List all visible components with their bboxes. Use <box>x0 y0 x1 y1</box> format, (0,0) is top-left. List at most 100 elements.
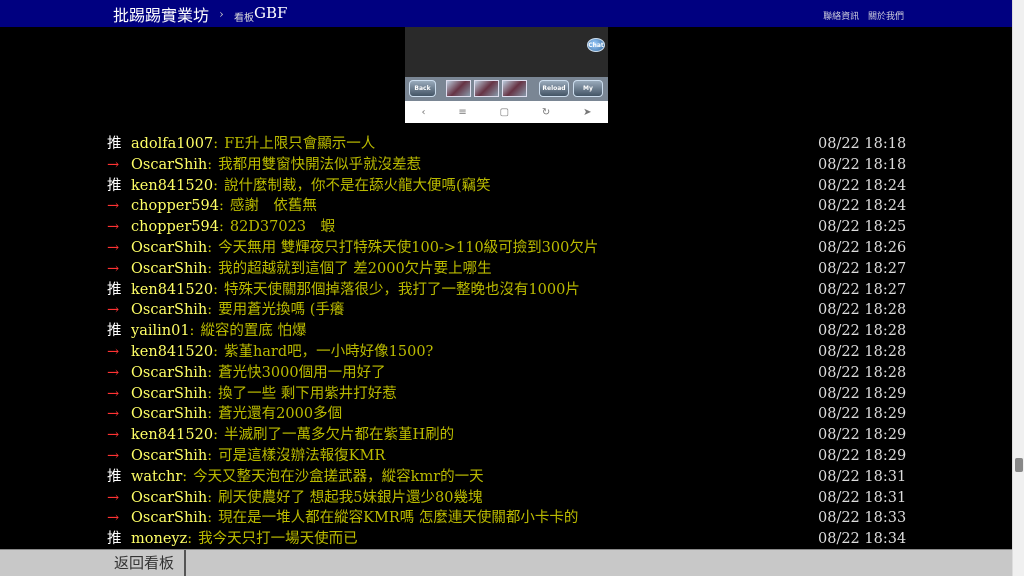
push-colon: : <box>213 136 219 152</box>
push-list: 推 adolfa1007: FE升上限只會顯示一人 08/22 18:18 → Oscar… <box>0 134 1012 550</box>
push-colon: : <box>207 156 213 173</box>
push-row: → OscarShih: 換了一些 剩下用紫井打好惹 08/22 18:29 <box>0 384 1012 405</box>
push-userid: OscarShih <box>131 260 208 277</box>
tabs-icon: ▢ <box>499 106 510 118</box>
push-tag: → <box>107 343 120 360</box>
push-userid: chopper594 <box>131 219 219 236</box>
push-userid: watchr <box>131 468 183 485</box>
push-userid: OscarShih <box>131 406 208 423</box>
push-row: → OscarShih: 我的超越就到這個了 差2000欠片要上哪生 08/22 18… <box>0 259 1012 280</box>
push-row: → ken841520: 紫堇hard吧，一小時好像1500? 08/22 18:28 <box>0 342 1012 363</box>
site-brand-link[interactable]: 批踢踢實業坊 <box>113 2 209 26</box>
push-tag: 推 <box>107 531 122 548</box>
refresh-icon: ↻ <box>541 106 551 118</box>
push-timestamp: 08/22 18:18 <box>818 136 907 152</box>
push-body: OscarShih: 刷天使農好了 想起我5妹銀片還少80幾塊 <box>131 488 482 509</box>
push-userid: ken841520 <box>131 177 214 194</box>
push-row: → OscarShih: 可是這樣沒辦法報復KMR 08/22 18:29 <box>0 446 1012 467</box>
push-content: 縱容的置底 怕爆 <box>200 323 307 340</box>
scrollbar[interactable] <box>1012 0 1024 576</box>
push-body: chopper594: 感謝 依舊無 <box>131 196 317 217</box>
push-row: → OscarShih: 刷天使農好了 想起我5妹銀片還少80幾塊 08/22 18:… <box>0 488 1012 509</box>
push-tag: → <box>107 260 120 277</box>
push-userid: ken841520 <box>131 281 214 298</box>
game-thumbnail-3 <box>502 80 527 97</box>
push-tag: → <box>107 489 120 506</box>
push-content: 可是這樣沒辦法報復KMR <box>218 447 386 464</box>
push-tag: → <box>107 219 120 236</box>
back-to-board-button[interactable]: 返回看板 <box>0 550 186 576</box>
push-content: 蒼光快3000個用一用好了 <box>218 364 386 381</box>
push-colon: : <box>187 531 193 548</box>
scrollbar-thumb[interactable] <box>1015 458 1023 472</box>
game-thumbnail-1 <box>446 80 471 97</box>
push-timestamp: 08/22 18:24 <box>818 198 907 215</box>
menu-icon: ≡ <box>458 106 467 118</box>
push-colon: : <box>213 427 218 444</box>
push-timestamp: 08/22 18:28 <box>818 343 907 360</box>
push-userid: chopper594 <box>131 198 219 215</box>
push-content: 說什麼制裁，你不是在舔火龍大便嗎(竊笑 <box>223 177 491 194</box>
embedded-image[interactable]: Chat Back Reload My Page ‹ ≡ ▢ ↻ ➤ <box>405 27 608 123</box>
push-userid: OscarShih <box>131 447 208 464</box>
push-body: OscarShih: 可是這樣沒辦法報復KMR <box>131 446 385 467</box>
contact-link[interactable]: 聯絡資訊 <box>823 12 859 22</box>
header-links: 聯絡資訊 關於我們 <box>817 9 904 22</box>
push-content: 半滅刷了一萬多欠片都在紫堇H刷的 <box>223 427 455 444</box>
push-userid: OscarShih <box>131 239 208 256</box>
push-timestamp: 08/22 18:29 <box>818 447 907 464</box>
push-timestamp: 08/22 18:27 <box>818 281 907 298</box>
push-colon: : <box>213 281 218 298</box>
game-mypage-button: My Page <box>573 80 603 108</box>
push-colon: : <box>207 239 213 256</box>
push-timestamp: 08/22 18:25 <box>818 219 907 236</box>
push-colon: : <box>218 198 224 215</box>
push-userid: yailin01 <box>131 323 190 340</box>
embedded-image-dark-area <box>405 27 608 77</box>
push-tag: 推 <box>107 136 122 152</box>
push-colon: : <box>182 468 188 485</box>
push-body: ken841520: 半滅刷了一萬多欠片都在紫堇H刷的 <box>131 425 454 446</box>
push-userid: OscarShih <box>131 489 208 506</box>
push-content: 我的超越就到這個了 差2000欠片要上哪生 <box>218 260 492 277</box>
push-colon: : <box>207 489 213 506</box>
push-body: OscarShih: 蒼光還有2000多個 <box>131 404 342 425</box>
push-colon: : <box>207 447 213 464</box>
push-colon: : <box>207 302 213 319</box>
push-tag: → <box>107 406 120 423</box>
push-tag: → <box>107 427 120 444</box>
push-timestamp: 08/22 18:31 <box>818 489 907 506</box>
push-content: FE升上限只會顯示一人 <box>224 136 376 152</box>
board-label: 看板 <box>234 13 254 24</box>
push-content: 我今天只打一場天使而已 <box>198 531 358 548</box>
push-tag: → <box>107 239 120 256</box>
push-colon: : <box>207 385 213 402</box>
push-body: chopper594: 82D37023 蝦 <box>131 217 335 238</box>
game-toolbar: Back Reload My Page <box>405 77 608 108</box>
push-body: OscarShih: 我都用雙窗快開法似乎就沒差惹 <box>131 155 421 176</box>
push-timestamp: 08/22 18:24 <box>818 177 907 194</box>
push-colon: : <box>207 364 213 381</box>
push-body: OscarShih: 現在是一堆人都在縱容KMR嗎 怎麼連天使關都小卡卡的 <box>131 508 578 529</box>
push-tag: 推 <box>107 468 122 485</box>
push-timestamp: 08/22 18:31 <box>818 468 907 485</box>
about-link[interactable]: 關於我們 <box>868 12 904 22</box>
push-body: OscarShih: 換了一些 剩下用紫井打好惹 <box>131 384 397 405</box>
push-body: OscarShih: 要用蒼光換嗎 (手癢 <box>131 300 344 321</box>
push-userid: ken841520 <box>131 427 214 444</box>
push-timestamp: 08/22 18:29 <box>818 385 907 402</box>
push-row: → chopper594: 82D37023 蝦 08/22 18:25 <box>0 217 1012 238</box>
push-colon: : <box>213 177 218 194</box>
breadcrumb-separator: › <box>219 7 224 21</box>
push-content: 刷天使農好了 想起我5妹銀片還少80幾塊 <box>218 489 483 506</box>
push-content: 感謝 依舊無 <box>229 198 317 215</box>
push-body: moneyz: 我今天只打一場天使而已 <box>131 529 358 550</box>
push-body: OscarShih: 蒼光快3000個用一用好了 <box>131 363 386 384</box>
push-body: OscarShih: 今天無用 雙輝夜只打特殊天使100->110級可撿到300欠… <box>131 238 598 259</box>
push-content: 紫堇hard吧，一小時好像1500? <box>223 343 434 360</box>
push-row: 推 yailin01: 縱容的置底 怕爆 08/22 18:28 <box>0 321 1012 342</box>
push-body: ken841520: 紫堇hard吧，一小時好像1500? <box>131 342 433 363</box>
board-name-link[interactable]: GBF <box>254 4 287 22</box>
push-timestamp: 08/22 18:33 <box>818 510 907 527</box>
share-icon: ➤ <box>583 106 592 118</box>
